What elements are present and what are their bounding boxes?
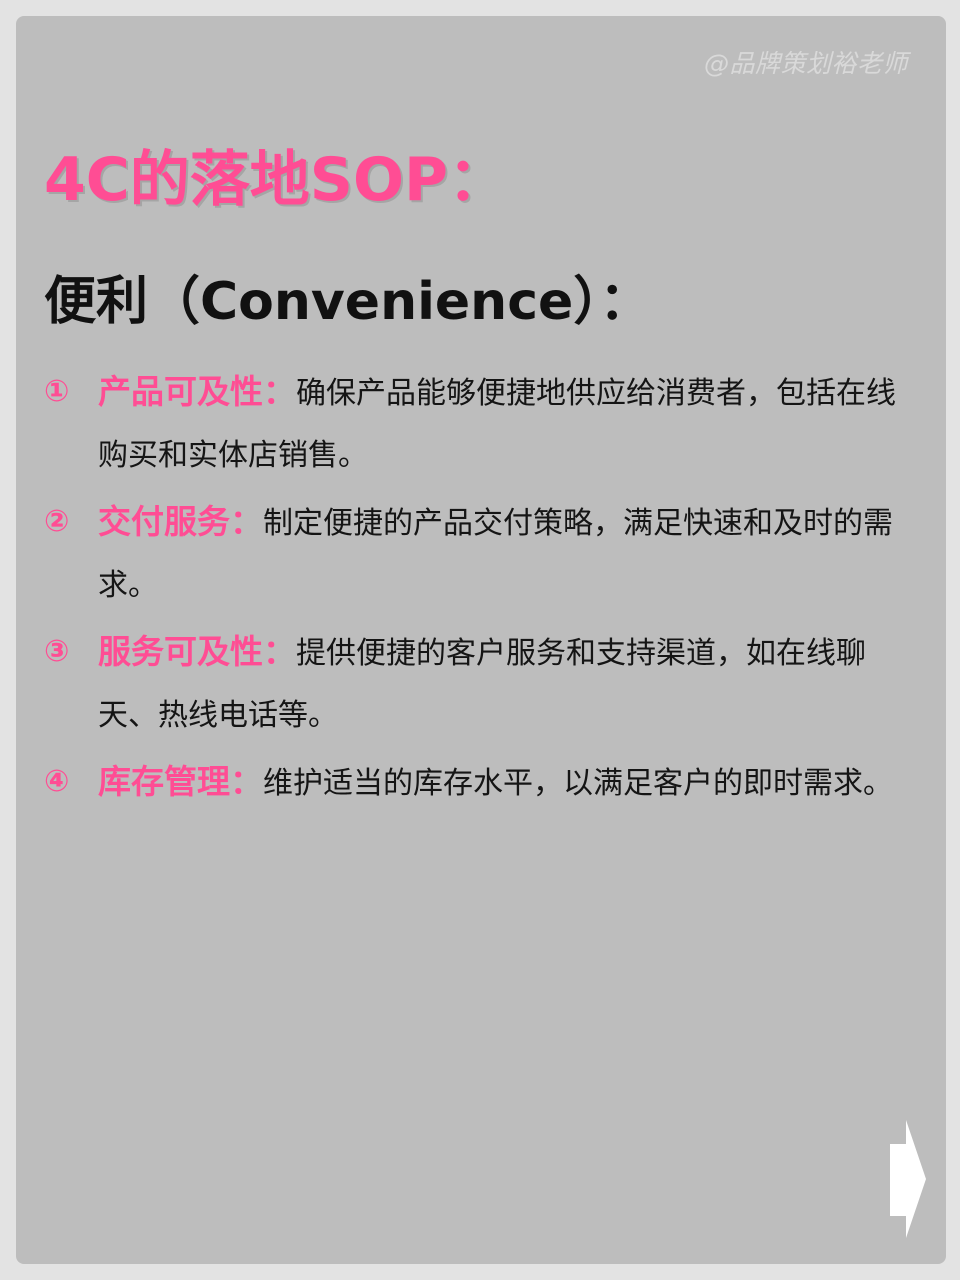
item-label: 产品可及性：	[98, 372, 296, 411]
page-title: 4C的落地SOP：	[44, 145, 508, 215]
item-number: ②	[44, 504, 70, 539]
list-item: ① 产品可及性：确保产品能够便捷地供应给消费者，包括在线购买和实体店销售。	[44, 361, 914, 487]
watermark: @品牌策划裕老师	[703, 49, 908, 78]
item-number: ④	[44, 764, 70, 799]
item-body: 交付服务：制定便捷的产品交付策略，满足快速和及时的需求。	[98, 491, 914, 617]
item-body: 服务可及性：提供便捷的客户服务和支持渠道，如在线聊天、热线电话等。	[98, 621, 914, 747]
list-item: ② 交付服务：制定便捷的产品交付策略，满足快速和及时的需求。	[44, 491, 914, 617]
arrow-right-icon[interactable]	[890, 1120, 928, 1238]
item-label: 交付服务：	[98, 502, 263, 541]
item-label: 库存管理：	[98, 762, 263, 801]
section-subtitle: 便利（Convenience）：	[44, 272, 652, 332]
list-item: ③ 服务可及性：提供便捷的客户服务和支持渠道，如在线聊天、热线电话等。	[44, 621, 914, 747]
item-number: ①	[44, 374, 70, 409]
list-item: ④ 库存管理：维护适当的库存水平，以满足客户的即时需求。	[44, 751, 914, 815]
item-text: 维护适当的库存水平，以满足客户的即时需求。	[263, 766, 893, 801]
item-body: 产品可及性：确保产品能够便捷地供应给消费者，包括在线购买和实体店销售。	[98, 361, 914, 487]
item-body: 库存管理：维护适当的库存水平，以满足客户的即时需求。	[98, 751, 914, 815]
item-list: ① 产品可及性：确保产品能够便捷地供应给消费者，包括在线购买和实体店销售。 ② …	[44, 361, 914, 819]
item-label: 服务可及性：	[98, 632, 296, 671]
content-card: @品牌策划裕老师 4C的落地SOP： 便利（Convenience）： ① 产品…	[16, 16, 946, 1264]
item-number: ③	[44, 634, 70, 669]
